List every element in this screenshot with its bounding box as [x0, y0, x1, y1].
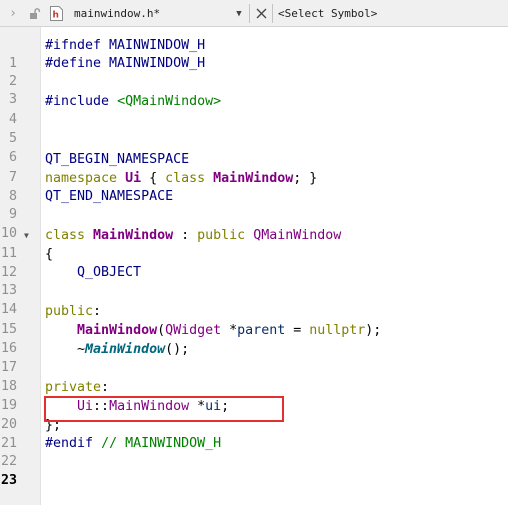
code-line[interactable]: 17 ~MainWindow();	[0, 341, 508, 375]
code-text[interactable]: };	[45, 417, 61, 435]
code-line[interactable]: 11 ▼ class MainWindow : public QMainWind…	[0, 227, 508, 261]
code-line[interactable]: 14	[0, 283, 508, 317]
code-line[interactable]: 22 #endif // MAINWINDOW_H	[0, 435, 508, 469]
code-line[interactable]: 7 QT_BEGIN_NAMESPACE	[0, 151, 508, 185]
code-text[interactable]: Ui::MainWindow *ui;	[45, 398, 229, 416]
code-line[interactable]: 1 #ifndef MAINWINDOW_H	[0, 37, 508, 71]
code-line[interactable]: 23	[0, 454, 508, 488]
code-text[interactable]: QT_BEGIN_NAMESPACE	[45, 151, 189, 169]
svg-text:h: h	[52, 11, 58, 21]
code-line[interactable]: 4 #include <QMainWindow>	[0, 93, 508, 127]
code-text[interactable]: #include <QMainWindow>	[45, 93, 221, 111]
fold-arrow-icon[interactable]: ▼	[24, 227, 29, 245]
close-icon-svg	[256, 8, 266, 19]
code-text[interactable]: #ifndef MAINWINDOW_H	[45, 37, 205, 55]
code-line[interactable]: 16 MainWindow(QWidget *parent = nullptr)…	[0, 322, 508, 356]
code-text[interactable]: private:	[45, 379, 109, 397]
unlock-icon-svg	[30, 7, 41, 19]
code-line[interactable]: 19 private:	[0, 379, 508, 413]
close-icon[interactable]	[254, 0, 268, 27]
code-line[interactable]: 3	[0, 73, 508, 107]
line-number: 23	[0, 473, 17, 488]
chevron-right-icon[interactable]: ›	[5, 0, 21, 27]
editor-toolbar: › h mainwindow.h* ▼ <Select Symbol>	[0, 0, 508, 27]
code-line[interactable]: 20 Ui::MainWindow *ui;	[0, 398, 508, 432]
symbol-selector[interactable]: <Select Symbol>	[278, 0, 377, 27]
chevron-down-icon[interactable]: ▼	[233, 0, 245, 27]
toolbar-divider	[272, 4, 273, 23]
code-line[interactable]: 21 };	[0, 417, 508, 451]
toolbar-divider	[249, 4, 250, 23]
code-line[interactable]: 10	[0, 207, 508, 241]
code-line[interactable]: 13 Q_OBJECT	[0, 264, 508, 298]
unlock-icon[interactable]	[28, 0, 42, 27]
code-line[interactable]: 2 #define MAINWINDOW_H	[0, 55, 508, 89]
code-line[interactable]: 9 QT_END_NAMESPACE	[0, 188, 508, 222]
code-line[interactable]: 18	[0, 360, 508, 394]
code-text[interactable]: {	[45, 246, 53, 264]
code-line[interactable]: 8 namespace Ui { class MainWindow; }	[0, 170, 508, 204]
code-line[interactable]: 5	[0, 112, 508, 146]
code-text[interactable]: QT_END_NAMESPACE	[45, 188, 173, 206]
header-file-icon: h	[49, 0, 63, 27]
code-text[interactable]: namespace Ui { class MainWindow; }	[45, 170, 317, 188]
code-line[interactable]: 6	[0, 131, 508, 165]
file-name-label[interactable]: mainwindow.h*	[74, 0, 160, 27]
code-line[interactable]: 12 {	[0, 246, 508, 280]
code-text[interactable]: ~MainWindow();	[45, 341, 189, 359]
code-text[interactable]: #endif // MAINWINDOW_H	[45, 435, 221, 453]
code-text[interactable]: #define MAINWINDOW_H	[45, 55, 205, 73]
code-text[interactable]: Q_OBJECT	[45, 264, 141, 282]
code-text[interactable]: MainWindow(QWidget *parent = nullptr);	[45, 322, 381, 340]
code-line[interactable]: 15 public:	[0, 303, 508, 337]
header-file-icon-svg: h	[49, 6, 63, 21]
code-text[interactable]: public:	[45, 303, 101, 321]
code-text[interactable]: class MainWindow : public QMainWindow	[45, 227, 341, 245]
